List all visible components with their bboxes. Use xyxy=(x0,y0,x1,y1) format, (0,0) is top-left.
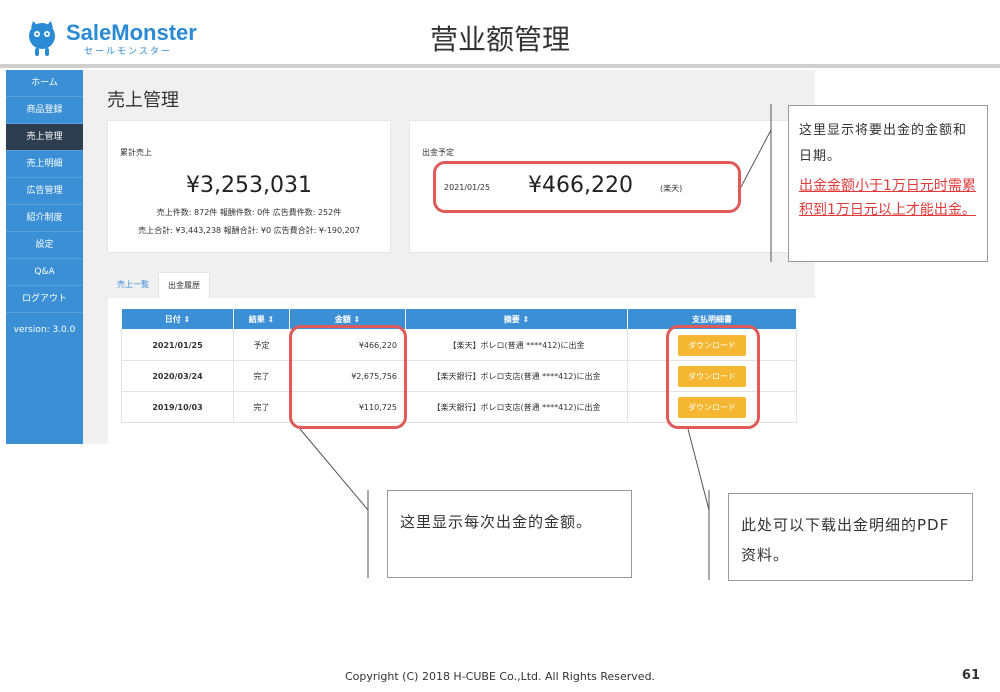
copyright: Copyright (C) 2018 H-CUBE Co.,Ltd. All R… xyxy=(344,670,656,683)
amount-callout: 这里显示每次出金的金额。 xyxy=(387,490,632,578)
callout-connectors xyxy=(299,104,772,580)
payout-callout-text: 这里显示将要出金的金额和日期。 xyxy=(799,123,968,164)
amount-callout-text: 这里显示每次出金的金额。 xyxy=(400,513,593,531)
download-callout-text: 此处可以下载出金明细的PDF资料。 xyxy=(741,516,950,564)
page-number: 61 xyxy=(961,668,980,683)
payout-callout-warning: 出金金额小于1万日元时需累积到1万日元以上才能出金。 xyxy=(799,178,976,218)
payout-callout: 这里显示将要出金的金额和日期。 出金金额小于1万日元时需累积到1万日元以上才能出… xyxy=(788,105,988,262)
download-callout: 此处可以下载出金明细的PDF资料。 xyxy=(728,493,973,581)
